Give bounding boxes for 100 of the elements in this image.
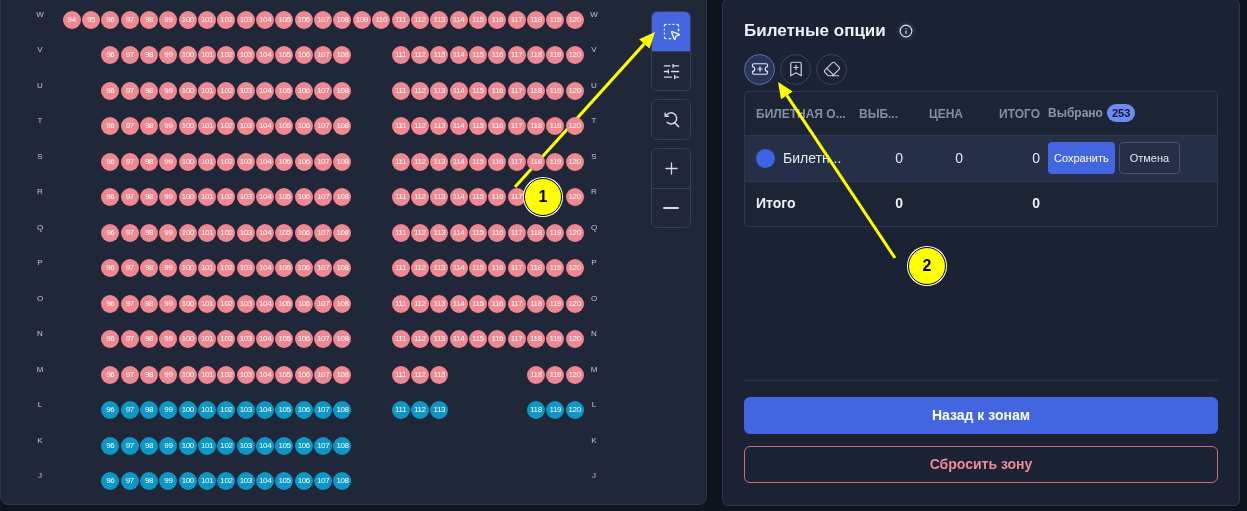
seat[interactable]: 104 [256,401,275,420]
seat[interactable]: 108 [333,259,352,278]
seat[interactable]: 105 [275,10,294,29]
seat[interactable]: 101 [198,10,217,29]
seat[interactable]: 96 [101,188,120,207]
reset-zone-button[interactable]: Сбросить зону [744,446,1218,483]
seat[interactable]: 102 [217,223,236,242]
seat[interactable]: 119 [546,365,565,384]
seat[interactable]: 111 [391,330,410,349]
seat[interactable]: 99 [159,117,178,136]
seat[interactable]: 112 [410,46,429,65]
seat[interactable]: 101 [198,117,217,136]
seat[interactable]: 115 [468,46,487,65]
seat[interactable]: 98 [140,401,159,420]
seat[interactable]: 111 [391,259,410,278]
seat[interactable]: 105 [275,46,294,65]
seat[interactable]: 107 [314,188,333,207]
seat[interactable]: 98 [140,472,159,491]
seat[interactable]: 101 [198,365,217,384]
seat[interactable]: 98 [140,330,159,349]
seat[interactable]: 105 [275,259,294,278]
seat[interactable]: 105 [275,152,294,171]
seat[interactable]: 113 [430,188,449,207]
seat[interactable]: 102 [217,46,236,65]
seat[interactable]: 117 [507,188,526,207]
back-to-zones-button[interactable]: Назад к зонам [744,397,1218,434]
seat[interactable]: 102 [217,436,236,455]
seat[interactable]: 115 [468,10,487,29]
seat[interactable]: 104 [256,152,275,171]
seat[interactable]: 120 [565,46,584,65]
seat[interactable]: 112 [410,81,429,100]
seat[interactable]: 96 [101,81,120,100]
seat[interactable]: 100 [178,81,197,100]
seat[interactable]: 97 [120,365,139,384]
seat[interactable]: 114 [449,46,468,65]
seat[interactable]: 96 [101,330,120,349]
seat[interactable]: 101 [198,436,217,455]
seat[interactable]: 104 [256,259,275,278]
seat[interactable]: 102 [217,294,236,313]
seat[interactable]: 118 [526,294,545,313]
seat[interactable]: 96 [101,472,120,491]
seat[interactable]: 102 [217,152,236,171]
seat[interactable]: 118 [526,223,545,242]
seat[interactable]: 120 [565,188,584,207]
seat[interactable]: 100 [178,188,197,207]
seat[interactable]: 99 [159,294,178,313]
seat[interactable]: 118 [526,10,545,29]
seat[interactable]: 118 [526,365,545,384]
seat[interactable]: 96 [101,365,120,384]
seat[interactable]: 114 [449,10,468,29]
seat[interactable]: 102 [217,330,236,349]
seat[interactable]: 97 [120,46,139,65]
seat[interactable]: 101 [198,294,217,313]
seat[interactable]: 96 [101,294,120,313]
seat[interactable]: 98 [140,117,159,136]
seat[interactable]: 113 [430,259,449,278]
seat[interactable]: 106 [294,259,313,278]
seat[interactable]: 116 [488,188,507,207]
seat[interactable]: 111 [391,10,410,29]
seat[interactable]: 113 [430,81,449,100]
seat[interactable]: 96 [101,259,120,278]
seat[interactable]: 119 [546,401,565,420]
seat[interactable]: 102 [217,81,236,100]
seat[interactable]: 117 [507,223,526,242]
seat[interactable]: 112 [410,117,429,136]
seat[interactable]: 101 [198,81,217,100]
seat[interactable]: 115 [468,223,487,242]
seat[interactable]: 120 [565,330,584,349]
seat[interactable]: 105 [275,472,294,491]
seat[interactable]: 94 [62,10,81,29]
seat[interactable]: 113 [430,46,449,65]
seat[interactable]: 111 [391,365,410,384]
seat[interactable]: 106 [294,330,313,349]
seat[interactable]: 99 [159,259,178,278]
seat[interactable]: 111 [391,294,410,313]
seat[interactable]: 100 [178,472,197,491]
seat[interactable]: 99 [159,81,178,100]
seat[interactable]: 102 [217,117,236,136]
seat[interactable]: 117 [507,81,526,100]
seat[interactable]: 98 [140,46,159,65]
seat[interactable]: 96 [101,10,120,29]
seat[interactable]: 107 [314,46,333,65]
seat[interactable]: 120 [565,152,584,171]
seat[interactable]: 107 [314,81,333,100]
seat[interactable]: 106 [294,294,313,313]
seat[interactable]: 115 [468,259,487,278]
seat[interactable]: 118 [526,81,545,100]
seat[interactable]: 117 [507,117,526,136]
seat[interactable]: 97 [120,117,139,136]
select-tool-button[interactable] [652,12,690,51]
seat[interactable]: 112 [410,294,429,313]
seat[interactable]: 104 [256,436,275,455]
seat[interactable]: 111 [391,152,410,171]
seat[interactable]: 97 [120,294,139,313]
seat[interactable]: 108 [333,365,352,384]
seat[interactable]: 99 [159,365,178,384]
seat[interactable]: 102 [217,472,236,491]
seat[interactable]: 107 [314,117,333,136]
seat[interactable]: 101 [198,152,217,171]
seat[interactable]: 97 [120,330,139,349]
